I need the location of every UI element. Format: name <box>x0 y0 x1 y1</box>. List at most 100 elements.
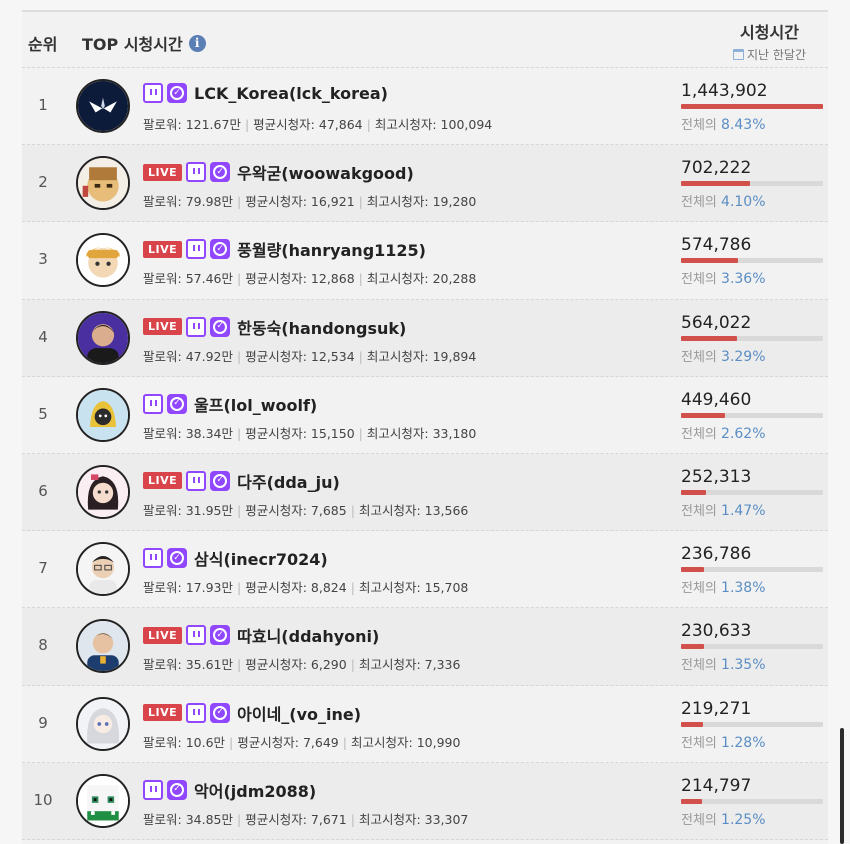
avg-viewers-value: 8,824 <box>310 580 347 596</box>
twitch-icon[interactable] <box>143 83 163 103</box>
followers-label: 팔로워: <box>143 194 182 210</box>
share-bar <box>681 181 823 187</box>
ranking-panel: 순위 TOP 시청시간 i 시청시간 지난 한달간 1 ✓ LCK_Korea(… <box>22 10 828 844</box>
share-text: 전체의 1.47% <box>681 500 823 519</box>
rank-number: 2 <box>38 173 48 192</box>
share-bar-fill <box>681 489 706 495</box>
streamer-row[interactable]: 6 LIVE ✓ 다주(dda_ju) 팔로워: 31.95만 | 평균시청자: 7… <box>22 453 828 532</box>
twitch-icon[interactable] <box>186 702 207 723</box>
inecr-avatar[interactable] <box>76 542 130 597</box>
watchtime-value: 230,633 <box>681 621 752 642</box>
followers-value: 34.85만 <box>185 811 233 827</box>
followers-label: 팔로워: <box>143 657 182 673</box>
twitch-icon[interactable] <box>186 316 207 337</box>
woowakgood-avatar[interactable] <box>76 156 130 211</box>
rank-number: 6 <box>38 481 48 500</box>
rank-number: 4 <box>38 327 48 346</box>
twitch-icon[interactable] <box>143 779 163 800</box>
streamer-row[interactable]: 4 LIVE ✓ 한동숙(handongsuk) 팔로워: 47.92만 | 평균시… <box>22 299 828 377</box>
streamer-title-line: ✓ 울프(lol_woolf) <box>143 392 317 416</box>
share-bar <box>681 644 823 650</box>
watchtime-value: 564,022 <box>681 312 752 333</box>
share-prefix: 전체의 <box>681 658 717 674</box>
streamer-name[interactable]: LCK_Korea(lck_korea) <box>194 84 388 103</box>
share-bar <box>681 798 823 804</box>
streamer-title-line: LIVE ✓ 다주(dda_ju) <box>143 469 340 493</box>
share-bar-fill <box>681 721 703 727</box>
twitch-icon[interactable] <box>186 625 207 646</box>
streamer-name[interactable]: 따효니(ddahyoni) <box>237 623 379 647</box>
twitch-icon[interactable] <box>186 470 207 491</box>
avg-viewers-label: 평균시청자: <box>245 502 307 518</box>
streamer-stats: 팔로워: 35.61만 | 평균시청자: 6,290 | 최고시청자: 7,336 <box>143 657 461 673</box>
ddaju-avatar[interactable] <box>76 464 130 519</box>
share-bar <box>681 258 823 264</box>
streamer-name[interactable]: 풍월량(hanryang1125) <box>237 237 426 261</box>
share-bar-fill <box>681 258 738 264</box>
share-prefix: 전체의 <box>681 195 717 211</box>
period-selector[interactable]: 지난 한달간 <box>732 46 806 63</box>
rank-number: 1 <box>38 96 48 114</box>
streamer-row[interactable]: 3 LIVE ✓ 풍월량(hanryang1125) 팔로워: 57.46만 | 평… <box>22 222 828 300</box>
streamer-stats: 팔로워: 38.34만 | 평균시청자: 15,150 | 최고시청자: 33,180 <box>143 425 477 441</box>
max-viewers-value: 15,708 <box>424 580 469 596</box>
calendar-icon <box>732 49 744 60</box>
woolf-avatar[interactable] <box>76 387 130 442</box>
info-icon[interactable]: i <box>188 34 206 52</box>
handongsuk-avatar[interactable] <box>76 310 130 365</box>
share-bar-fill <box>681 644 704 650</box>
twitch-icon[interactable] <box>186 162 207 183</box>
avg-viewers-value: 15,150 <box>310 425 355 441</box>
streamer-name[interactable]: 다주(dda_ju) <box>237 469 340 493</box>
streamer-name[interactable]: 울프(lol_woolf) <box>194 392 317 416</box>
ine-avatar[interactable] <box>76 696 130 751</box>
streamer-row[interactable]: 9 LIVE ✓ 아이네_(vo_ine) 팔로워: 10.6만 | 평균시청자: … <box>22 686 828 763</box>
rank-number: 10 <box>33 790 53 809</box>
verified-icon: ✓ <box>210 239 231 260</box>
followers-label: 팔로워: <box>143 271 182 287</box>
live-badge: LIVE <box>143 318 183 336</box>
watchtime-value: 449,460 <box>681 389 752 410</box>
streamer-name[interactable]: 삼식(inecr7024) <box>194 546 328 570</box>
avg-viewers-label: 평균시청자: <box>237 734 299 750</box>
twitch-icon[interactable] <box>143 393 163 414</box>
share-prefix: 전체의 <box>681 735 717 751</box>
streamer-row[interactable]: 8 LIVE ✓ 따효니(ddahyoni) 팔로워: 35.61만 | 평균시청자… <box>22 608 828 686</box>
streamer-name[interactable]: 악어(jdm2088) <box>194 778 316 802</box>
followers-label: 팔로워: <box>143 580 182 596</box>
share-text: 전체의 1.35% <box>681 654 823 673</box>
streamer-row[interactable]: 1 ✓ LCK_Korea(lck_korea) 팔로워: 121.67만 | 평균… <box>22 68 828 146</box>
ddahyoni-avatar[interactable] <box>76 619 130 674</box>
streamer-stats: 팔로워: 10.6만 | 평균시청자: 7,649 | 최고시청자: 10,990 <box>143 734 461 750</box>
share-text: 전체의 3.36% <box>681 268 823 287</box>
jdm-avatar[interactable] <box>76 773 130 828</box>
followers-value: 57.46만 <box>185 271 233 287</box>
streamer-name[interactable]: 아이네_(vo_ine) <box>237 701 361 725</box>
share-percent: 8.43% <box>721 117 766 133</box>
streamer-row[interactable]: 10 ✓ 악어(jdm2088) 팔로워: 34.85만 | 평균시청자: 7,67… <box>22 762 828 840</box>
streamer-name[interactable]: 우왁굳(woowakgood) <box>237 160 414 184</box>
followers-value: 38.34만 <box>185 425 233 441</box>
followers-value: 31.95만 <box>185 502 233 518</box>
lck-logo-avatar[interactable] <box>76 79 130 133</box>
streamer-row[interactable]: 7 ✓ 삼식(inecr7024) 팔로워: 17.93만 | 평균시청자: 8,8… <box>22 531 828 609</box>
share-text: 전체의 1.28% <box>681 732 823 751</box>
hanryang-avatar[interactable] <box>76 233 130 288</box>
share-prefix: 전체의 <box>681 812 717 828</box>
streamer-row[interactable]: 5 ✓ 울프(lol_woolf) 팔로워: 38.34만 | 평균시청자: 15,… <box>22 377 828 454</box>
max-viewers-value: 20,288 <box>432 271 477 287</box>
streamer-row[interactable]: 2 LIVE ✓ 우왁굳(woowakgood) 팔로워: 79.98만 | 평균시… <box>22 145 828 223</box>
twitch-icon[interactable] <box>186 239 207 260</box>
avg-viewers-value: 16,921 <box>310 194 355 210</box>
streamer-title-line: LIVE ✓ 아이네_(vo_ine) <box>143 701 361 725</box>
twitch-icon[interactable] <box>143 548 163 569</box>
streamer-stats: 팔로워: 57.46만 | 평균시청자: 12,868 | 최고시청자: 20,288 <box>143 271 477 287</box>
streamer-name[interactable]: 한동숙(handongsuk) <box>237 315 406 339</box>
max-viewers-label: 최고시청자: <box>358 580 421 596</box>
share-percent: 3.36% <box>721 271 766 288</box>
table-header: 순위 TOP 시청시간 i 시청시간 지난 한달간 <box>22 12 828 68</box>
share-bar <box>681 567 823 573</box>
verified-icon: ✓ <box>167 393 187 414</box>
scrollbar[interactable] <box>840 728 844 844</box>
followers-label: 팔로워: <box>143 811 182 827</box>
